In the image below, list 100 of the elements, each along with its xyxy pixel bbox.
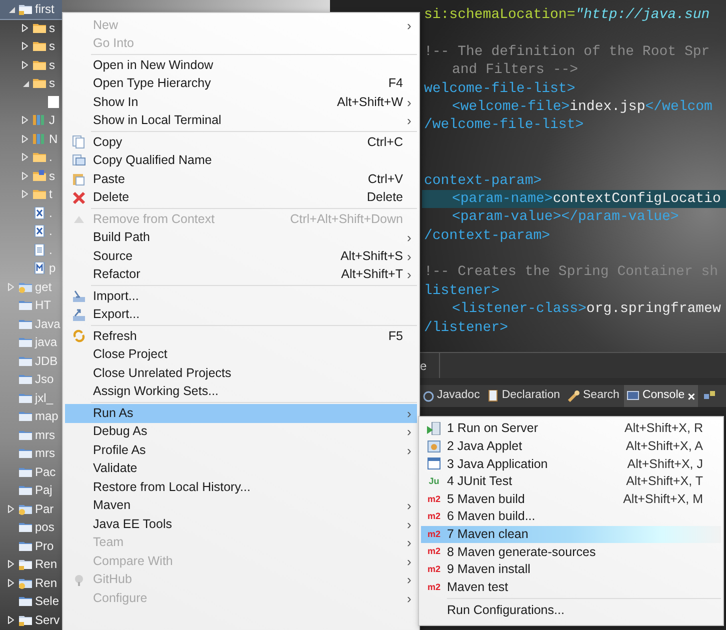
tree-item-label[interactable]: Pac bbox=[35, 466, 56, 478]
lightbulb-icon bbox=[72, 572, 86, 587]
tree-item-label[interactable]: Sele bbox=[35, 595, 60, 608]
toolbar-icon[interactable] bbox=[704, 391, 716, 401]
submenu-item[interactable]: m2 6 Maven build... bbox=[421, 508, 721, 526]
badge-icon: m2 bbox=[427, 547, 440, 556]
server-run-icon bbox=[427, 422, 441, 436]
refresh-icon bbox=[72, 329, 86, 344]
menu-item[interactable]: Validate bbox=[65, 460, 417, 478]
menu-item[interactable]: Open in New Window bbox=[65, 56, 417, 74]
badge-icon: m2 bbox=[427, 512, 440, 522]
tree-item-label[interactable]: s bbox=[49, 77, 55, 90]
menu-item[interactable]: Java EE Tools › bbox=[65, 515, 417, 534]
menu-item[interactable]: Open Type Hierarchy F4 bbox=[65, 74, 417, 93]
submenu-item[interactable]: Ju 4 JUnit Test Alt+Shift+X, T bbox=[421, 472, 721, 490]
collapsed-arrow-icon[interactable] bbox=[8, 578, 14, 587]
panel-tab[interactable]: Console × bbox=[624, 385, 698, 407]
tree-item-label[interactable]: Ren bbox=[35, 576, 58, 589]
tree-item-label[interactable]: Pro bbox=[35, 540, 54, 552]
folder-icon bbox=[33, 188, 46, 200]
submenu-arrow-icon: › bbox=[407, 268, 415, 282]
closed-project-icon bbox=[19, 447, 32, 460]
menu-item[interactable]: Assign Working Sets... bbox=[65, 382, 417, 401]
tree-item-label[interactable]: Serv bbox=[35, 614, 60, 626]
tree-item-label[interactable]: N bbox=[49, 132, 58, 145]
menu-item[interactable]: Maven › bbox=[65, 496, 417, 515]
submenu-item[interactable]: 1 Run on Server Alt+Shift+X, R bbox=[421, 420, 721, 438]
menu-item[interactable]: Close Project bbox=[65, 346, 417, 364]
panel-tab[interactable]: Javadoc bbox=[420, 385, 483, 407]
delete-icon bbox=[72, 190, 86, 205]
menu-item[interactable]: Import... bbox=[65, 287, 417, 306]
submenu-item[interactable]: 2 Java Applet Alt+Shift+X, A bbox=[421, 438, 721, 456]
menu-item[interactable]: Copy Qualified Name bbox=[65, 152, 417, 170]
expanded-arrow-icon[interactable] bbox=[22, 80, 28, 87]
tree-item-label[interactable]: s bbox=[49, 58, 55, 71]
xml-file-icon bbox=[33, 206, 46, 219]
closed-project-icon bbox=[19, 373, 32, 386]
submenu-item[interactable]: 3 Java Application Alt+Shift+X, J bbox=[421, 455, 721, 473]
submenu-arrow-icon: › bbox=[407, 518, 415, 531]
menu-item[interactable]: Profile As › bbox=[65, 441, 417, 460]
panel-tab[interactable]: Search bbox=[565, 385, 622, 407]
package-folder-icon bbox=[33, 170, 46, 182]
tree-item-label[interactable]: Ren bbox=[35, 558, 58, 570]
tree-item-label[interactable]: J bbox=[49, 114, 55, 126]
collapsed-arrow-icon[interactable] bbox=[22, 116, 28, 124]
submenu-item[interactable]: m2 7 Maven clean bbox=[421, 526, 721, 544]
submenu-item[interactable]: m2 8 Maven generate-sources bbox=[421, 543, 721, 561]
tree-item-label[interactable]: s bbox=[49, 40, 55, 52]
menu-item[interactable]: Paste Ctrl+V bbox=[65, 170, 417, 188]
menu-item[interactable]: Show in Local Terminal › bbox=[65, 112, 417, 130]
menu-item[interactable]: Delete Delete bbox=[65, 188, 417, 207]
submenu-arrow-icon: › bbox=[407, 425, 415, 438]
menu-item[interactable]: Restore from Local History... bbox=[65, 478, 417, 496]
close-icon[interactable]: × bbox=[688, 390, 696, 402]
panel-tab[interactable]: Declaration bbox=[484, 385, 564, 407]
code-line: <welcome-file>index.jsp</welcom bbox=[451, 98, 714, 116]
tree-item-label[interactable]: s bbox=[49, 22, 55, 34]
collapsed-arrow-icon[interactable] bbox=[8, 504, 14, 513]
project-folder-icon bbox=[19, 614, 32, 626]
collapsed-arrow-icon[interactable] bbox=[8, 560, 14, 568]
menu-item[interactable]: Refresh F5 bbox=[65, 327, 417, 346]
menu-item[interactable]: Debug As › bbox=[65, 422, 417, 441]
monitor-icon bbox=[627, 390, 640, 402]
submenu-arrow-icon: › bbox=[407, 499, 415, 512]
badge-icon: m2 bbox=[427, 582, 440, 592]
submenu-item[interactable]: m2 Maven test bbox=[421, 578, 721, 596]
collapsed-arrow-icon[interactable] bbox=[22, 24, 28, 32]
code-line: /listener> bbox=[423, 318, 510, 338]
menu-item[interactable]: Build Path › bbox=[65, 228, 417, 247]
closed-project-icon bbox=[19, 484, 32, 496]
collapsed-arrow-icon[interactable] bbox=[22, 42, 28, 50]
closed-project-icon bbox=[19, 410, 32, 422]
web-project-icon bbox=[19, 280, 32, 293]
collapsed-arrow-icon[interactable] bbox=[22, 60, 28, 69]
menu-item[interactable]: Refactor Alt+Shift+T › bbox=[65, 266, 417, 284]
menu-item[interactable]: Export... bbox=[65, 306, 417, 324]
submenu-item[interactable]: Run Configurations... bbox=[421, 602, 721, 620]
code-line: /welcome-file-list> bbox=[423, 116, 585, 135]
submenu-item[interactable]: m2 9 Maven install bbox=[421, 560, 721, 578]
tree-item-label[interactable]: Paj bbox=[35, 484, 52, 496]
code-line: welcome-file-list> bbox=[423, 80, 576, 98]
menu-item[interactable]: Copy Ctrl+C bbox=[65, 133, 417, 152]
closed-project-icon bbox=[19, 540, 32, 552]
badge-icon: Ju bbox=[428, 477, 440, 486]
code-line: listener> bbox=[423, 282, 501, 300]
file-icon bbox=[33, 244, 46, 256]
menu-item[interactable]: Close Unrelated Projects bbox=[65, 364, 417, 382]
submenu-item[interactable]: m2 5 Maven build Alt+Shift+X, M bbox=[421, 490, 721, 508]
closed-project-icon bbox=[19, 336, 32, 348]
submenu-arrow-icon: › bbox=[407, 444, 415, 457]
menu-item[interactable]: Show In Alt+Shift+W › bbox=[65, 93, 417, 112]
menu-item[interactable]: Source Alt+Shift+S › bbox=[65, 247, 417, 266]
collapsed-arrow-icon[interactable] bbox=[8, 616, 14, 624]
import-icon bbox=[72, 289, 86, 304]
tree-item-label[interactable]: Par bbox=[35, 502, 54, 515]
expanded-arrow-icon[interactable] bbox=[8, 6, 14, 13]
menu-item[interactable]: Run As › bbox=[65, 404, 417, 422]
tree-item-label[interactable]: pos bbox=[35, 521, 54, 534]
code-line: and Filters --> bbox=[451, 61, 580, 80]
window-icon bbox=[427, 457, 441, 470]
